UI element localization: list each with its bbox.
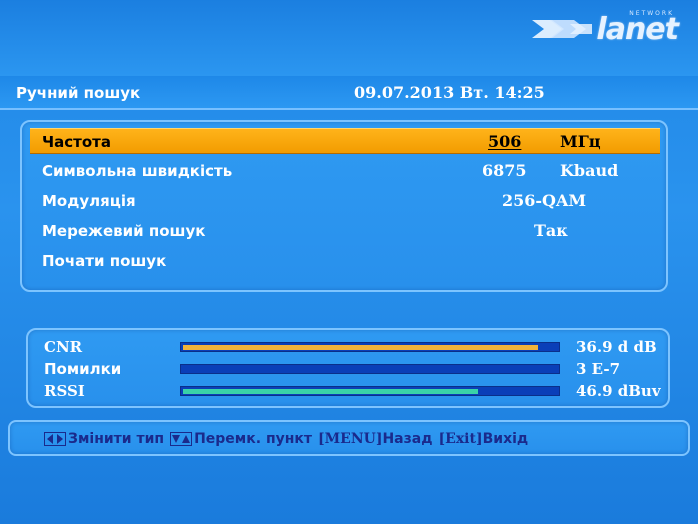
symbol-rate-unit: Kbaud: [560, 161, 619, 180]
signal-bar-track: [180, 342, 560, 352]
signal-panel: CNR 36.9 d dB Помилки 3 E-7 RSSI 46.9 dB…: [26, 328, 670, 408]
footer-hints: Змінити тип Перемк. пункт [MENU] Назад […: [44, 431, 528, 447]
signal-label: RSSI: [44, 382, 85, 400]
signal-bar-track: [180, 386, 560, 396]
signal-row-cnr: CNR 36.9 d dB: [28, 336, 668, 358]
network-search-value: Так: [534, 221, 568, 240]
scan-settings-panel: Частота 506 МГц Символьна швидкість 6875…: [20, 120, 668, 292]
signal-label: Помилки: [44, 360, 122, 378]
up-down-arrows-icon: [170, 432, 193, 446]
menu-item-label: Символьна швидкість: [42, 162, 233, 180]
menu-item-label: Почати пошук: [42, 252, 167, 270]
menu-item-network-search[interactable]: Мережевий пошук Так: [30, 218, 660, 244]
footer-help-bar: Змінити тип Перемк. пункт [MENU] Назад […: [8, 420, 690, 456]
frequency-value: 506: [488, 132, 522, 151]
lanet-logo-icon: [532, 20, 593, 38]
left-right-arrows-icon: [44, 432, 66, 446]
menu-key-label: [MENU]: [318, 431, 383, 447]
menu-item-symbol-rate[interactable]: Символьна швидкість 6875 Kbaud: [30, 158, 660, 184]
hint-change-type: Змінити тип: [68, 431, 165, 447]
menu-item-frequency[interactable]: Частота 506 МГц: [30, 128, 660, 154]
signal-label: CNR: [44, 338, 83, 356]
signal-bar-fill: [183, 389, 478, 394]
top-band: lanet NETWORK: [0, 0, 698, 76]
signal-bar-track: [180, 364, 560, 374]
page-title: Ручний пошук: [16, 84, 141, 102]
frequency-unit: МГц: [560, 132, 601, 151]
signal-bar-fill: [183, 345, 538, 350]
lanet-logo: lanet: [530, 12, 679, 47]
menu-item-label: Частота: [42, 133, 111, 151]
signal-value: 3 E-7: [576, 360, 621, 378]
menu-item-label: Модуляція: [42, 192, 136, 210]
exit-key-label: [Exit]: [438, 431, 483, 447]
hint-switch-item: Перемк. пункт: [194, 431, 313, 447]
signal-row-errors: Помилки 3 E-7: [28, 358, 668, 380]
menu-item-modulation[interactable]: Модуляція 256-QAM: [30, 188, 660, 214]
signal-row-rssi: RSSI 46.9 dBuv: [28, 380, 668, 402]
signal-value: 36.9 d dB: [576, 338, 657, 356]
signal-value: 46.9 dBuv: [576, 382, 661, 400]
menu-item-start-search[interactable]: Почати пошук: [30, 248, 660, 274]
logo-subtext: NETWORK: [629, 10, 674, 17]
header-bar: Ручний пошук 09.07.2013 Вт. 14:25: [0, 76, 698, 110]
hint-exit: Вихід: [482, 431, 529, 447]
symbol-rate-value: 6875: [482, 161, 527, 180]
menu-item-label: Мережевий пошук: [42, 222, 206, 240]
modulation-value: 256-QAM: [502, 191, 587, 210]
hint-back: Назад: [382, 431, 433, 447]
header-datetime: 09.07.2013 Вт. 14:25: [354, 83, 545, 102]
